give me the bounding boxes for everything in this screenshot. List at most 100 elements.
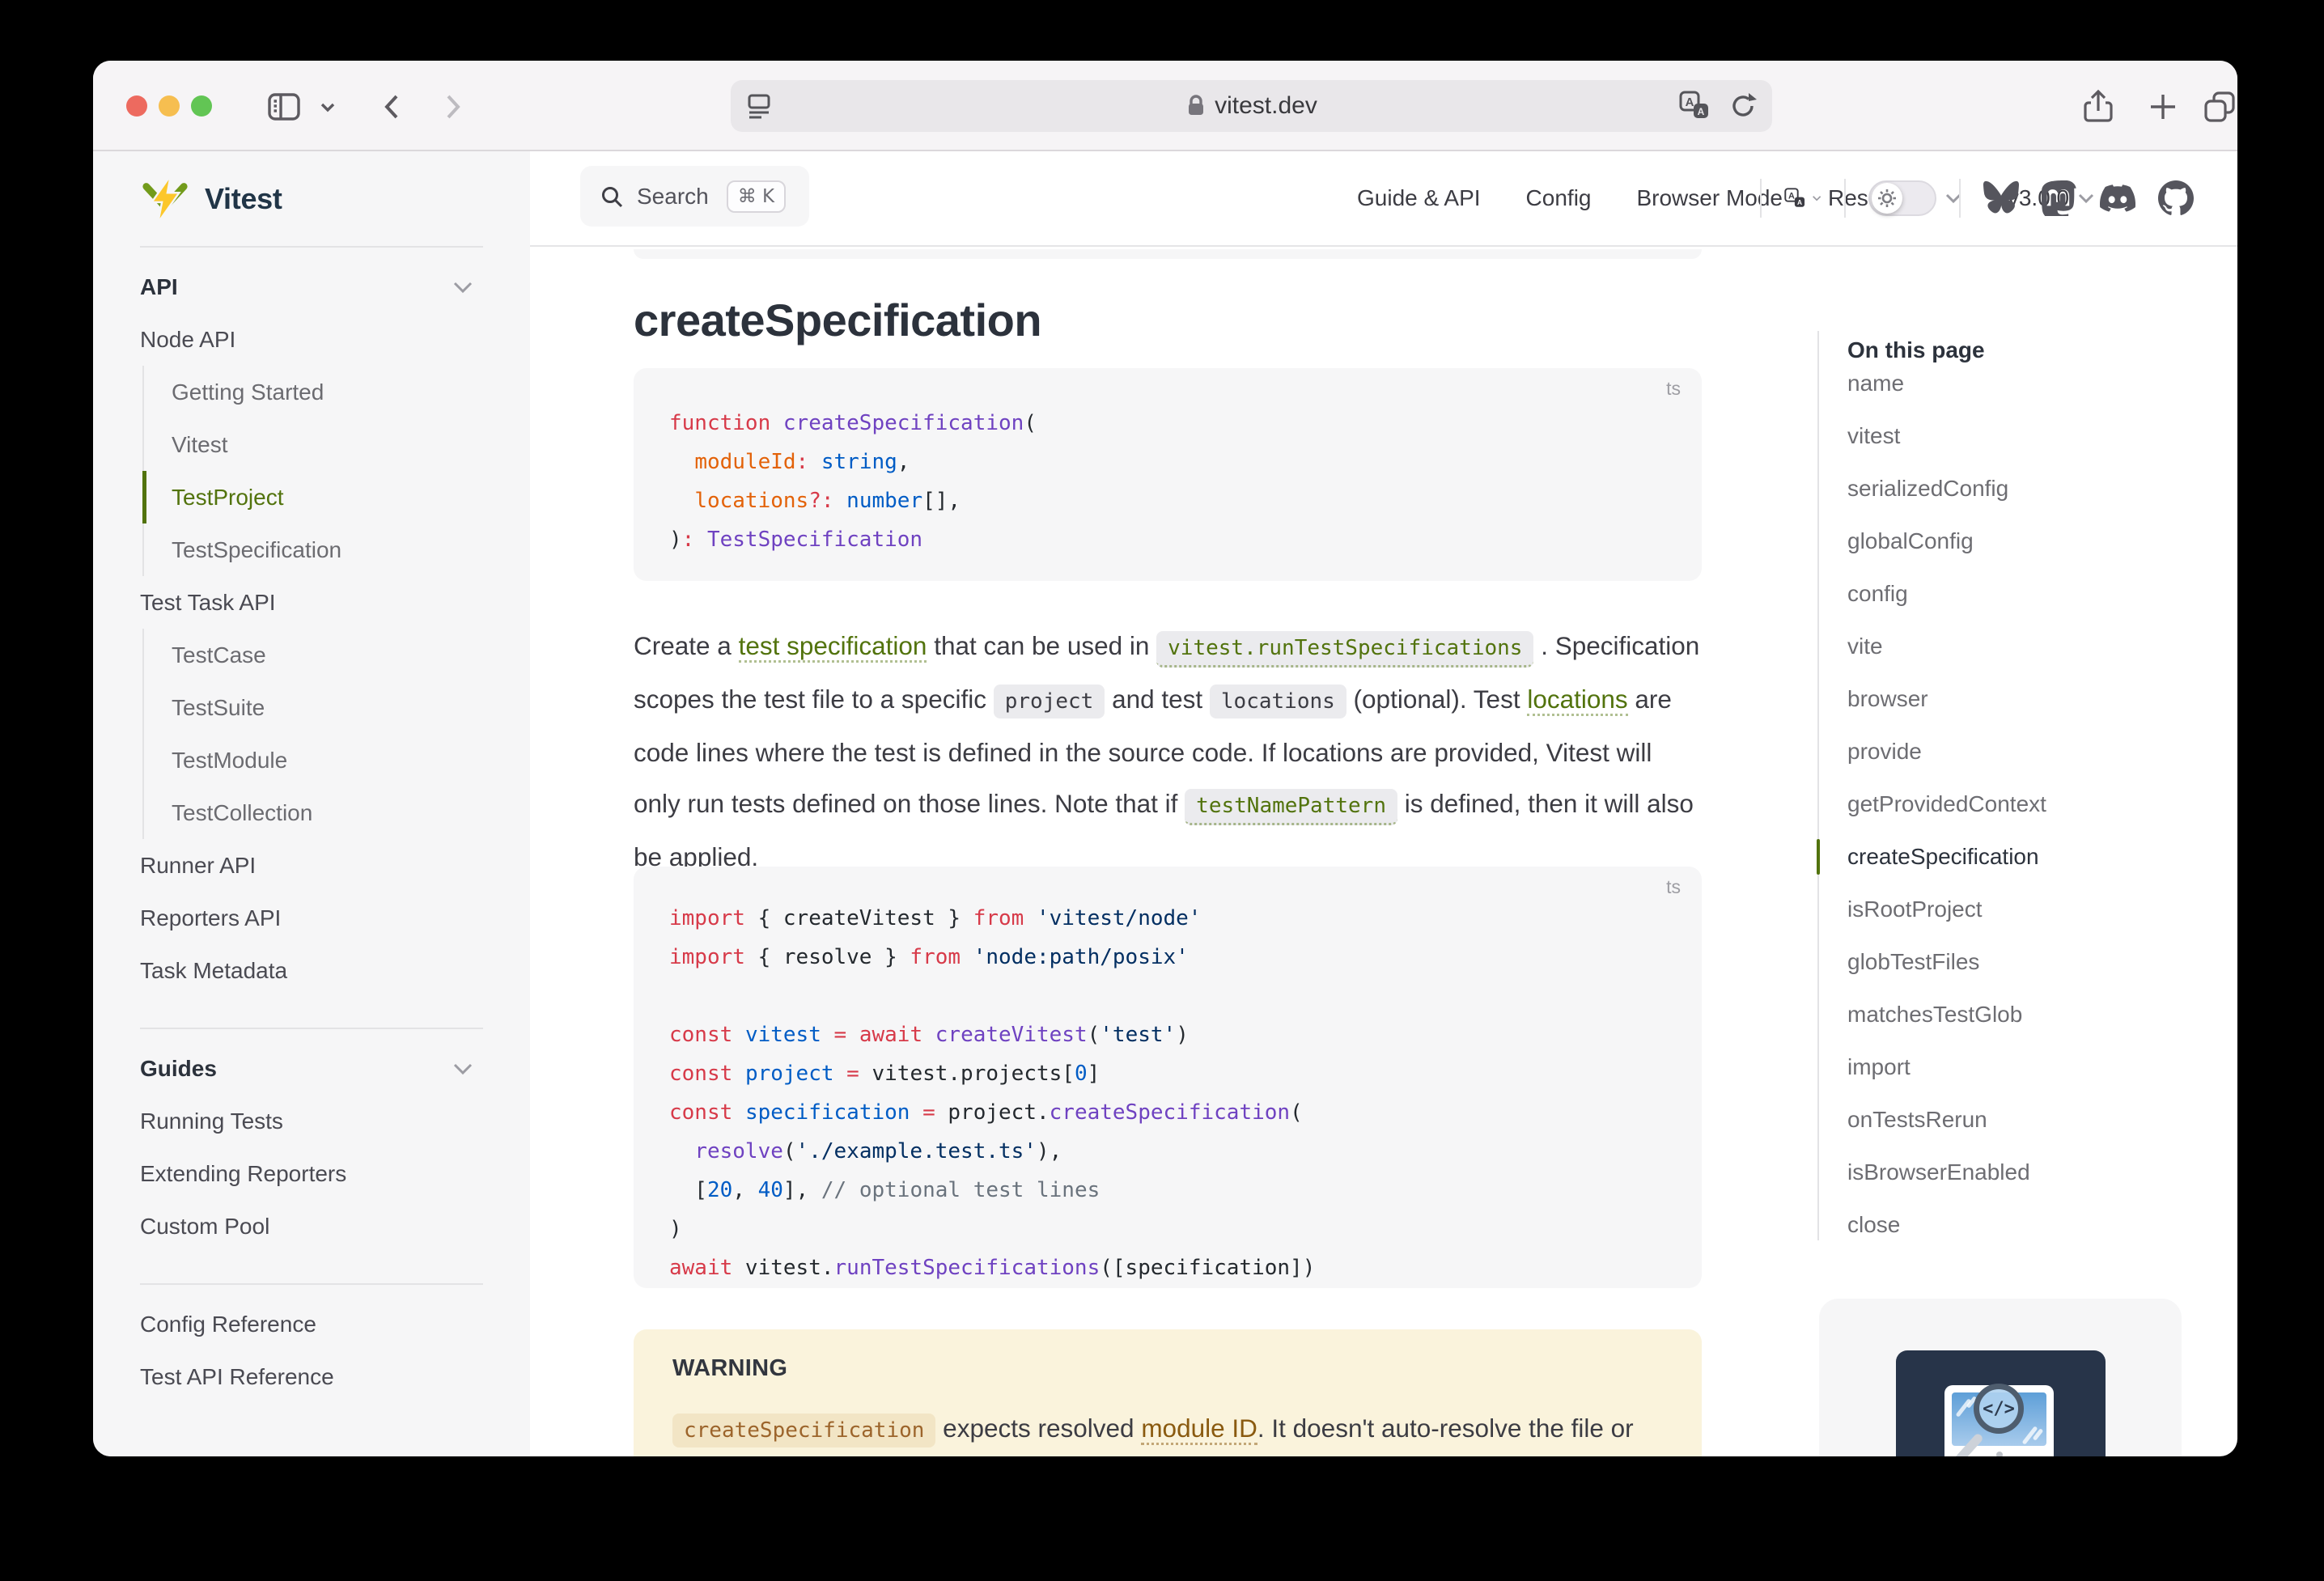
nav-link-guide-api[interactable]: Guide & API	[1357, 185, 1481, 211]
outline-link-import[interactable]: import	[1847, 1041, 2046, 1093]
lock-icon	[1185, 93, 1207, 119]
sidebar-toggle-icon[interactable]	[265, 88, 303, 125]
sidebar-chevron-down-icon[interactable]	[316, 88, 340, 125]
new-tab-icon[interactable]	[2144, 88, 2182, 125]
share-icon[interactable]	[2080, 88, 2117, 125]
sidebar-item-custom-pool[interactable]: Custom Pool	[93, 1200, 530, 1253]
sidebar-item-reporters-api[interactable]: Reporters API	[93, 892, 530, 944]
inline-link[interactable]: vitest.runTestSpecifications	[1156, 631, 1533, 668]
sidebar-item-testspecification[interactable]: TestSpecification	[142, 523, 530, 576]
sidebar-item-label: Node API	[140, 327, 235, 353]
outline-link-isrootproject[interactable]: isRootProject	[1847, 883, 2046, 935]
sidebar-item-label: Task Metadata	[140, 958, 287, 984]
sidebar-item-running-tests[interactable]: Running Tests	[93, 1095, 530, 1147]
sidebar-item-getting-started[interactable]: Getting Started	[142, 366, 530, 418]
camera-dot	[1996, 1452, 2003, 1456]
discord-icon[interactable]	[2100, 180, 2135, 216]
outline-link-provide[interactable]: provide	[1847, 725, 2046, 778]
outline-link-vite[interactable]: vite	[1847, 620, 2046, 672]
forward-button[interactable]	[433, 88, 470, 125]
sidebar-item-label: Runner API	[140, 853, 256, 879]
zoom-window-button[interactable]	[191, 95, 212, 117]
sidebar-item-vitest[interactable]: Vitest	[142, 418, 530, 471]
code-language-label: ts	[1666, 378, 1681, 400]
sidebar-item-guides[interactable]: Guides	[93, 1042, 530, 1095]
sidebar-item-test-api-reference[interactable]: Test API Reference	[93, 1350, 530, 1403]
inline-link[interactable]: module ID	[1141, 1414, 1257, 1445]
outline-link-browser[interactable]: browser	[1847, 672, 2046, 725]
theme-toggle[interactable]	[1868, 180, 1936, 216]
sponsor-image: </>	[1896, 1350, 2106, 1456]
sidebar-item-task-metadata[interactable]: Task Metadata	[93, 944, 530, 997]
outline-link-serializedconfig[interactable]: serializedConfig	[1847, 462, 2046, 515]
reload-icon[interactable]	[1727, 90, 1759, 122]
vitest-logo-icon	[140, 174, 190, 224]
chevron-down-icon	[452, 1062, 473, 1075]
outline-link-ontestsrerun[interactable]: onTestsRerun	[1847, 1093, 2046, 1146]
sidebar-item-label: TestCollection	[172, 800, 312, 826]
outline-link-vitest[interactable]: vitest	[1847, 409, 2046, 462]
sidebar-item-testproject[interactable]: TestProject	[142, 471, 530, 523]
inline-code: locations	[1210, 685, 1346, 718]
inline-code: project	[994, 685, 1105, 718]
outline-active-marker	[1817, 839, 1820, 875]
sidebar-item-label: TestProject	[172, 485, 284, 511]
inline-link[interactable]: test specification	[739, 631, 927, 663]
outline-link-close[interactable]: close	[1847, 1198, 2046, 1251]
outline-link-name[interactable]: name	[1847, 357, 2046, 409]
sidebar-item-extending-reporters[interactable]: Extending Reporters	[93, 1147, 530, 1200]
sponsor-card[interactable]: </>	[1819, 1299, 2182, 1456]
inline-link[interactable]: testNamePattern	[1185, 789, 1397, 825]
navbar-controls: A A	[1760, 151, 2194, 245]
outline-link-globalconfig[interactable]: globalConfig	[1847, 515, 2046, 567]
outline-link-config[interactable]: config	[1847, 567, 2046, 620]
text-run: that can be used in	[927, 631, 1156, 660]
language-menu[interactable]: A A	[1784, 182, 1821, 214]
sidebar-item-node-api[interactable]: Node API	[93, 313, 530, 366]
mastodon-icon[interactable]	[2042, 180, 2077, 216]
outline-link-matchestestglob[interactable]: matchesTestGlob	[1847, 988, 2046, 1041]
outline-link-getprovidedcontext[interactable]: getProvidedContext	[1847, 778, 2046, 830]
text-run: Create a	[634, 631, 739, 660]
docs-sidebar: Vitest API Node API Getting Started Vitest T…	[93, 151, 530, 1456]
navbar-divider	[1844, 179, 1846, 218]
github-icon[interactable]	[2158, 180, 2194, 216]
site-logo[interactable]: Vitest	[93, 151, 530, 246]
close-window-button[interactable]	[126, 95, 147, 117]
url-text: vitest.dev	[1215, 92, 1317, 120]
outline-link-createspecification[interactable]: createSpecification	[1847, 830, 2046, 883]
sidebar-item-label: Guides	[140, 1056, 217, 1082]
bluesky-icon[interactable]	[1983, 180, 2019, 216]
sidebar-item-config-reference[interactable]: Config Reference	[93, 1298, 530, 1350]
translate-icon[interactable]: A A	[1678, 90, 1711, 122]
outline-link-globtestfiles[interactable]: globTestFiles	[1847, 935, 2046, 988]
back-button[interactable]	[375, 88, 412, 125]
minimize-window-button[interactable]	[159, 95, 180, 117]
outline-link-isbrowserenabled[interactable]: isBrowserEnabled	[1847, 1146, 2046, 1198]
sidebar-item-api[interactable]: API	[93, 261, 530, 313]
sidebar-item-testcase[interactable]: TestCase	[142, 629, 530, 681]
sidebar-item-test-task-api[interactable]: Test Task API	[93, 576, 530, 629]
code-block-example[interactable]: ts import { createVitest } from 'vitest/…	[634, 867, 1702, 1288]
code-block-signature[interactable]: ts function createSpecification( moduleI…	[634, 368, 1702, 581]
warning-title: WARNING	[672, 1355, 1663, 1382]
sidebar-item-testsuite[interactable]: TestSuite	[142, 681, 530, 734]
code-example: import { createVitest } from 'vitest/nod…	[634, 867, 1702, 1287]
sun-icon	[1877, 188, 1898, 209]
svg-text:A: A	[1698, 106, 1705, 117]
sidebar-item-label: TestSuite	[172, 695, 265, 721]
tab-overview-icon[interactable]	[2201, 88, 2237, 125]
description-paragraph: Create a test specification that can be …	[634, 621, 1702, 883]
nav-link-config[interactable]: Config	[1526, 185, 1592, 211]
text-run: expects resolved	[935, 1414, 1141, 1443]
inline-link[interactable]: locations	[1527, 685, 1627, 716]
search-shortcut: ⌘ K	[727, 180, 786, 213]
sidebar-item-label: Vitest	[172, 432, 228, 458]
sidebar-item-testcollection[interactable]: TestCollection	[142, 786, 530, 839]
sidebar-item-label: Config Reference	[140, 1312, 316, 1337]
address-bar[interactable]: vitest.dev A A	[731, 80, 1772, 132]
search-button[interactable]: Search ⌘ K	[580, 166, 809, 227]
sidebar-item-testmodule[interactable]: TestModule	[142, 734, 530, 786]
sidebar-item-runner-api[interactable]: Runner API	[93, 839, 530, 892]
chevron-down-icon	[452, 281, 473, 294]
